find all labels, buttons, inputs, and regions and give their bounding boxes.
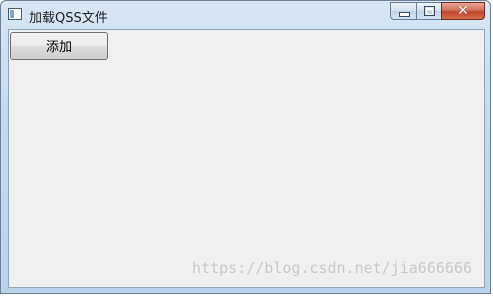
title-bar[interactable]: 加载QSS文件 ✕: [1, 1, 490, 29]
add-button[interactable]: 添加: [10, 32, 108, 60]
window-title: 加载QSS文件: [29, 11, 108, 26]
window-controls: ✕: [390, 2, 485, 21]
watermark: https://blog.csdn.net/jia666666: [192, 259, 472, 277]
close-icon: ✕: [457, 3, 469, 19]
minimize-icon: [399, 12, 410, 17]
app-window: 加载QSS文件 ✕ 添加 https://blog.csdn.net/jia66…: [0, 0, 491, 294]
minimize-button[interactable]: [390, 2, 416, 20]
maximize-icon: [424, 6, 435, 16]
app-window-icon[interactable]: [8, 8, 22, 20]
client-area: 添加 https://blog.csdn.net/jia666666: [8, 29, 485, 288]
close-button[interactable]: ✕: [441, 2, 485, 20]
maximize-button[interactable]: [416, 2, 441, 20]
